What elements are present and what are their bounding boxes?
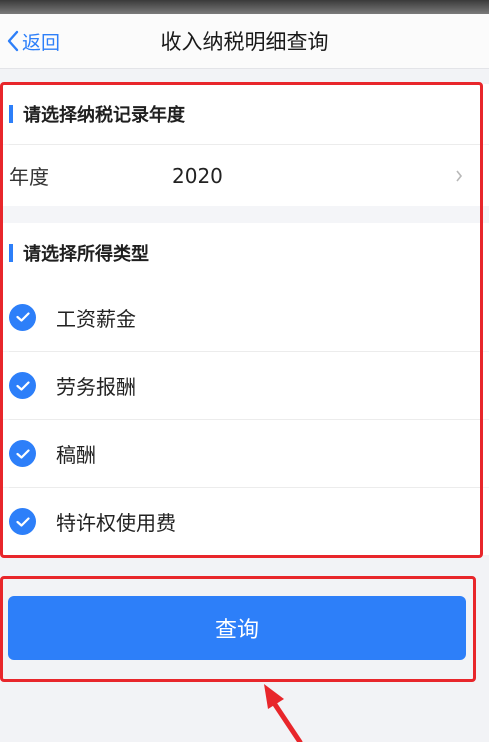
annotation-arrow-icon xyxy=(264,684,303,742)
